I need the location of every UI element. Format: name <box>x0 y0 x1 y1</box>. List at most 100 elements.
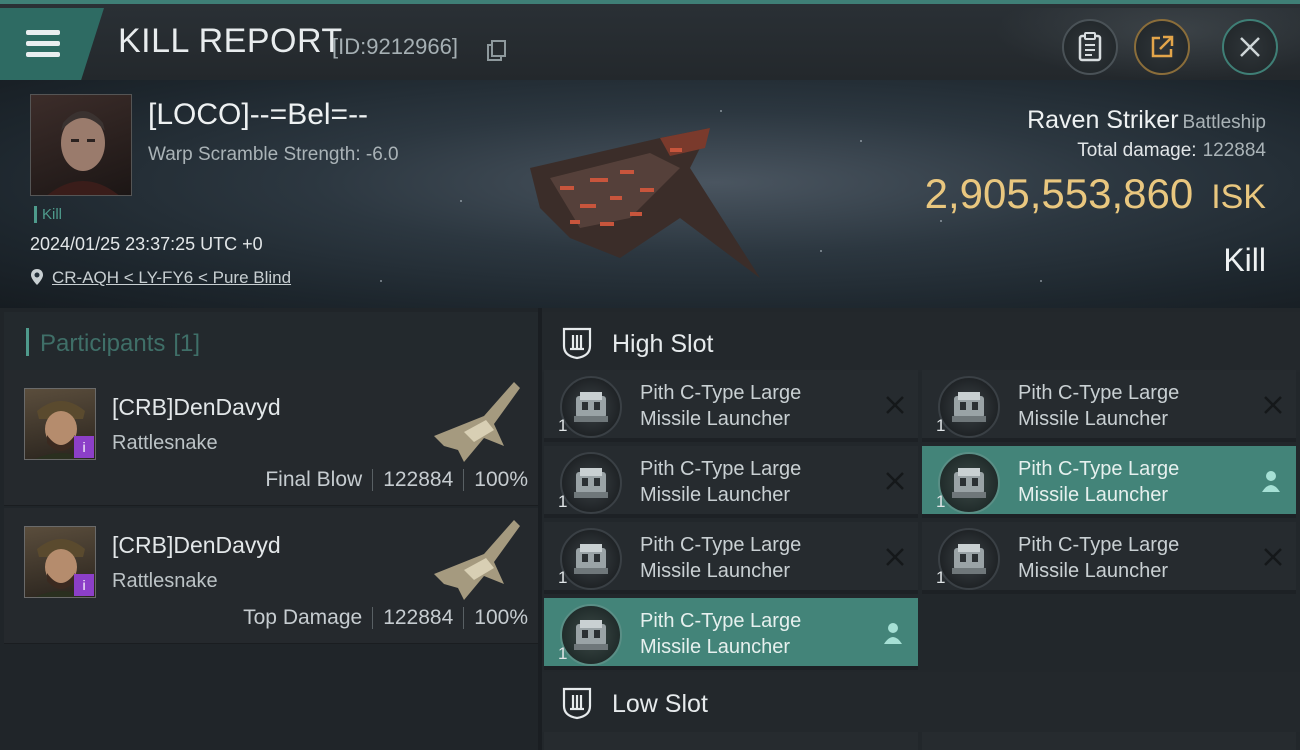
isk-value: 2,905,553,860 ISK <box>925 170 1266 218</box>
module-name-line1: Pith C-Type Large <box>1018 458 1180 480</box>
module-name: Pith C-Type Large Missile Launcher <box>640 532 860 584</box>
clipboard-button[interactable] <box>1062 19 1118 75</box>
launcher-icon <box>560 528 622 590</box>
participant-avatar[interactable]: i <box>24 388 96 460</box>
participants-title: Participants [1] <box>40 330 200 358</box>
participant-row[interactable]: i [CRB]DenDavyd Rattlesnake Top Damage 12… <box>4 508 538 644</box>
high-slot-label: High Slot <box>612 330 714 358</box>
participants-count: [1] <box>173 330 201 357</box>
module-name-line2: Missile Launcher <box>640 408 791 430</box>
module-name: Pith C-Type Large Missile Launcher <box>640 456 860 508</box>
total-damage: Total damage: 122884 <box>1077 140 1266 162</box>
menu-button[interactable] <box>0 8 104 80</box>
module-name-line1: Pith C-Type Large <box>640 534 802 556</box>
victim-ship-name: Raven Striker Battleship <box>1027 106 1266 135</box>
portrait-image <box>47 111 119 195</box>
participant-percent: 100% <box>474 468 528 491</box>
participant-damage: 122884 <box>383 606 454 629</box>
launcher-icon <box>938 376 1000 438</box>
destroyed-icon <box>886 396 904 414</box>
module-item[interactable]: 1 Pith C-Type Large Missile Launcher <box>922 370 1296 442</box>
module-quantity: 1 <box>936 416 946 435</box>
module-name-line1: Pith C-Type Large <box>640 382 802 404</box>
location-link[interactable]: CR-AQH < LY-FY6 < Pure Blind <box>52 268 291 288</box>
module-item[interactable]: 1 Pith C-Type Large Missile Launcher <box>544 370 918 442</box>
total-damage-label: Total damage: <box>1077 140 1197 161</box>
total-damage-value: 122884 <box>1202 140 1266 161</box>
module-quantity: 1 <box>558 416 568 435</box>
module-quantity: 1 <box>558 568 568 587</box>
copy-icon[interactable] <box>487 40 506 61</box>
participants-label: Participants <box>40 330 166 357</box>
module-name: Pith C-Type Large Missile Launcher <box>640 608 860 660</box>
close-icon <box>1240 37 1260 57</box>
top-bar: KILL REPORT [ID:9212966] <box>0 0 1300 84</box>
share-button[interactable] <box>1134 19 1190 75</box>
participant-ship: Rattlesnake <box>112 432 218 454</box>
participant-avatar[interactable]: i <box>24 526 96 598</box>
high-slot-header: High Slot <box>542 312 1300 372</box>
dropped-person-icon <box>1262 471 1280 492</box>
module-name-line2: Missile Launcher <box>1018 560 1169 582</box>
module-item-partial[interactable] <box>544 732 918 750</box>
share-icon <box>1151 35 1174 58</box>
module-quantity: 1 <box>558 644 568 663</box>
page-title: KILL REPORT <box>118 22 343 60</box>
participant-name[interactable]: [CRB]DenDavyd <box>112 532 281 559</box>
module-item[interactable]: 1 Pith C-Type Large Missile Launcher <box>922 446 1296 518</box>
launcher-icon <box>560 376 622 438</box>
module-item-partial[interactable] <box>922 732 1296 750</box>
location-pin-icon <box>31 269 43 285</box>
participant-ship-image <box>434 520 520 600</box>
destroyed-icon <box>1264 396 1282 414</box>
module-name-line1: Pith C-Type Large <box>1018 382 1180 404</box>
ship-class: Battleship <box>1182 112 1266 133</box>
dropped-person-icon <box>884 623 902 644</box>
participants-header: Participants [1] <box>4 312 538 372</box>
participant-row[interactable]: i [CRB]DenDavyd Rattlesnake Final Blow 12… <box>4 370 538 506</box>
kill-timestamp: 2024/01/25 23:37:25 UTC +0 <box>30 234 263 254</box>
module-name-line1: Pith C-Type Large <box>640 458 802 480</box>
victim-portrait[interactable] <box>30 94 132 196</box>
launcher-icon <box>938 528 1000 590</box>
low-slot-icon <box>562 687 592 720</box>
victim-name[interactable]: [LOCO]--=Bel=-- <box>148 98 368 132</box>
low-slot-header: Low Slot <box>542 672 1300 732</box>
module-name-line1: Pith C-Type Large <box>640 610 802 632</box>
module-name: Pith C-Type Large Missile Launcher <box>1018 456 1238 508</box>
participant-name[interactable]: [CRB]DenDavyd <box>112 394 281 421</box>
module-item[interactable]: 1 Pith C-Type Large Missile Launcher <box>544 598 918 670</box>
participant-ship-image <box>434 382 520 462</box>
module-name-line2: Missile Launcher <box>640 484 791 506</box>
participant-ship: Rattlesnake <box>112 570 218 592</box>
participant-badge: i <box>74 574 94 596</box>
isk-currency: ISK <box>1211 178 1266 216</box>
module-item[interactable]: 1 Pith C-Type Large Missile Launcher <box>544 446 918 518</box>
hamburger-menu-icon <box>26 30 60 57</box>
low-slot-label: Low Slot <box>612 690 708 718</box>
module-item[interactable]: 1 Pith C-Type Large Missile Launcher <box>544 522 918 594</box>
participant-stats: Top Damage 122884 100% <box>243 606 528 630</box>
participants-accent-bar <box>26 328 29 356</box>
module-item[interactable]: 1 Pith C-Type Large Missile Launcher <box>922 522 1296 594</box>
destroyed-icon <box>1264 548 1282 566</box>
isk-amount: 2,905,553,860 <box>924 170 1194 217</box>
destroyed-icon <box>886 472 904 490</box>
report-id: [ID:9212966] <box>332 34 458 59</box>
participant-role: Top Damage <box>243 606 363 629</box>
fitting-panel: High Slot 1 Pith C-Type Large Missile Lau… <box>542 308 1300 750</box>
module-name-line2: Missile Launcher <box>640 636 791 658</box>
module-name-line2: Missile Launcher <box>1018 408 1169 430</box>
clipboard-icon <box>1078 32 1102 62</box>
launcher-icon <box>560 604 622 666</box>
close-button[interactable] <box>1222 19 1278 75</box>
module-name-line2: Missile Launcher <box>640 560 791 582</box>
participant-damage: 122884 <box>383 468 454 491</box>
module-name-line2: Missile Launcher <box>1018 484 1169 506</box>
launcher-icon <box>938 452 1000 514</box>
module-name: Pith C-Type Large Missile Launcher <box>1018 380 1238 432</box>
module-name-line1: Pith C-Type Large <box>1018 534 1180 556</box>
kill-result: Kill <box>1223 242 1266 278</box>
warp-scramble-strength: Warp Scramble Strength: -6.0 <box>148 144 399 165</box>
module-quantity: 1 <box>558 492 568 511</box>
